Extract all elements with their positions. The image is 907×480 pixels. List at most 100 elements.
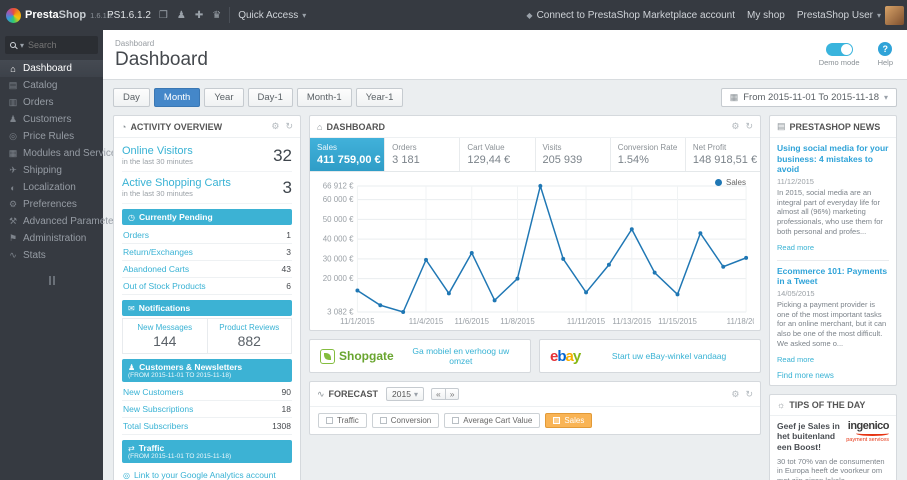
read-more-link[interactable]: Read more [777,355,814,364]
forecast-toggle-average-cart-value[interactable]: Average Cart Value [444,413,541,428]
trophy-icon[interactable]: ♛ [212,10,221,21]
new-subscriptions-link[interactable]: New Subscriptions [123,404,193,414]
sidebar-item-customers[interactable]: ♟ Customers [0,111,103,128]
shopgate-ad-link[interactable]: Ga mobiel en verhoog uw omzet [402,346,520,366]
filter-day-1-button[interactable]: Day-1 [247,88,293,107]
out-of-stock-value: 6 [286,281,291,291]
my-shop-link[interactable]: My shop [747,10,785,21]
pending-orders-link[interactable]: Orders [123,230,149,240]
find-more-news-link[interactable]: Find more news [777,371,889,380]
user-menu[interactable]: PrestaShop User ▾ [797,5,904,25]
toggle-label: Traffic [337,416,359,425]
kpi-label: Net Profit [692,143,727,152]
forecast-toggle-traffic[interactable]: Traffic [318,413,367,428]
filter-month-button[interactable]: Month [153,88,201,107]
panel-actions: ⚙ ↻ [271,121,293,132]
sidebar-item-advanced-parameters[interactable]: ⚒ Advanced Parameters [0,213,122,230]
sidebar-item-localization[interactable]: ◐ Localization [0,179,103,196]
ebay-logo[interactable]: ebay [550,348,581,365]
sidebar-item-modules[interactable]: ▦ Modules and Services [0,145,122,162]
next-year-button[interactable]: » [445,388,460,400]
ingenico-logo[interactable]: ingenico payment services [846,420,889,443]
svg-text:11/15/2015: 11/15/2015 [658,317,697,326]
demo-mode-toggle[interactable] [825,42,853,56]
search-input[interactable] [28,40,93,50]
help-label: Help [877,58,893,67]
date-range-picker[interactable]: ▦ From 2015-11-01 To 2015-11-18 ▾ [720,88,897,107]
news-article-date: 14/05/2015 [777,288,815,298]
quick-access-menu[interactable]: Quick Access ▾ [238,10,306,21]
filter-year-button[interactable]: Year [204,88,244,107]
clock-icon: ◷ [128,212,135,222]
shop-name-link[interactable]: PS1.6.1.2 [107,10,151,21]
modules-icon: ▦ [8,148,18,158]
sidebar-item-administration[interactable]: ⚑ Administration [0,230,103,247]
abandoned-carts-link[interactable]: Abandoned Carts [123,264,189,274]
kpi-orders[interactable]: Orders 3 181 [385,138,461,171]
sidebar-item-shipping[interactable]: ✈ Shipping [0,162,103,179]
gear-icon[interactable]: ⚙ [271,121,279,132]
collapse-sidebar-button[interactable] [48,276,55,285]
forecast-toggle-conversion[interactable]: Conversion [371,413,440,428]
new-messages-cell[interactable]: New Messages 144 [123,319,207,353]
kpi-sales[interactable]: Sales 411 759,00 € [310,138,386,171]
total-subscribers-link[interactable]: Total Subscribers [123,421,188,431]
svg-text:11/8/2015: 11/8/2015 [500,317,535,326]
chart-legend[interactable]: Sales [714,178,746,187]
sales-chart: Sales 66 912 € 60 000 € 50 000 € 40 000 € 30… [310,172,760,330]
marketplace-link[interactable]: ◆ Connect to PrestaShop Marketplace acco… [526,10,735,21]
google-analytics-link[interactable]: ◎ Link to your Google Analytics account [122,465,292,480]
forecast-toggles: Traffic Conversion Average Cart Value Sa… [310,407,760,434]
filter-day-button[interactable]: Day [113,88,150,107]
prestashop-logo[interactable]: PrestaShop 1.6.1.2 [0,7,113,23]
sidebar-item-catalog[interactable]: ▤ Catalog [0,77,103,94]
refresh-icon[interactable]: ↻ [745,121,753,132]
svg-text:20 000 €: 20 000 € [323,274,354,283]
product-reviews-cell[interactable]: Product Reviews 882 [206,319,292,353]
sidebar-item-stats[interactable]: ∿ Stats [0,247,103,264]
previous-year-button[interactable]: « [430,388,446,400]
abandoned-carts-value: 43 [281,264,291,274]
filter-year-1-button[interactable]: Year-1 [355,88,404,107]
refresh-icon[interactable]: ↻ [285,121,293,132]
link-icon: ◎ [123,470,130,480]
sidebar-item-dashboard[interactable]: ⌂ Dashboard [0,60,103,77]
sidebar-item-price-rules[interactable]: ◎ Price Rules [0,128,103,145]
shopgate-logo[interactable]: Shopgate [320,348,394,364]
help-button[interactable]: ? [878,42,893,56]
ebay-ad-link[interactable]: Start uw eBay-winkel vandaag [588,351,750,361]
active-carts-link[interactable]: Active Shopping Carts [122,177,231,189]
person-icon[interactable]: ♟ [177,10,186,21]
gear-icon[interactable]: ⚙ [731,121,739,132]
pending-returns-link[interactable]: Return/Exchanges [123,247,193,257]
news-article-title[interactable]: Using social media for your business: 4 … [777,143,889,175]
kpi-conversion-rate[interactable]: Conversion Rate 1.54% [611,138,686,171]
new-customers-link[interactable]: New Customers [123,387,183,397]
panel-actions: ⚙ ↻ [731,389,753,400]
search-scope-caret-icon[interactable]: ▾ [20,41,24,50]
kpi-net-profit[interactable]: Net Profit 148 918,51 € [686,138,760,171]
kpi-label: Visits [542,143,562,152]
plus-icon[interactable]: ✚ [195,10,203,21]
sidebar-item-label: Preferences [23,199,77,210]
gear-icon[interactable]: ⚙ [731,389,739,400]
forecast-toggle-sales[interactable]: Sales [545,413,593,428]
forecast-year-select[interactable]: 2015 ▾ [386,387,424,401]
tips-body: Geef je Sales in het buitenland een Boos… [770,416,896,480]
read-more-link[interactable]: Read more [777,243,814,252]
online-visitors-link[interactable]: Online Visitors [122,145,193,157]
filter-month-1-button[interactable]: Month-1 [296,88,352,107]
svg-text:60 000 €: 60 000 € [323,195,354,204]
sidebar-item-preferences[interactable]: ⚙ Preferences [0,196,103,213]
page-header-right: Demo mode ? Help [819,42,907,67]
refresh-icon[interactable]: ↻ [745,389,753,400]
traffic-icon: ⇄ [128,443,135,453]
cart-icon[interactable]: ❒ [159,10,168,21]
kpi-visits[interactable]: Visits 205 939 [536,138,611,171]
pending-row-orders: Orders 1 [122,227,292,244]
kpi-label: Sales [317,143,338,152]
news-article-title[interactable]: Ecommerce 101: Payments in a Tweet [777,266,889,287]
out-of-stock-link[interactable]: Out of Stock Products [123,281,206,291]
kpi-cart-value[interactable]: Cart Value 129,44 € [460,138,536,171]
sidebar-item-orders[interactable]: ▥ Orders [0,94,103,111]
